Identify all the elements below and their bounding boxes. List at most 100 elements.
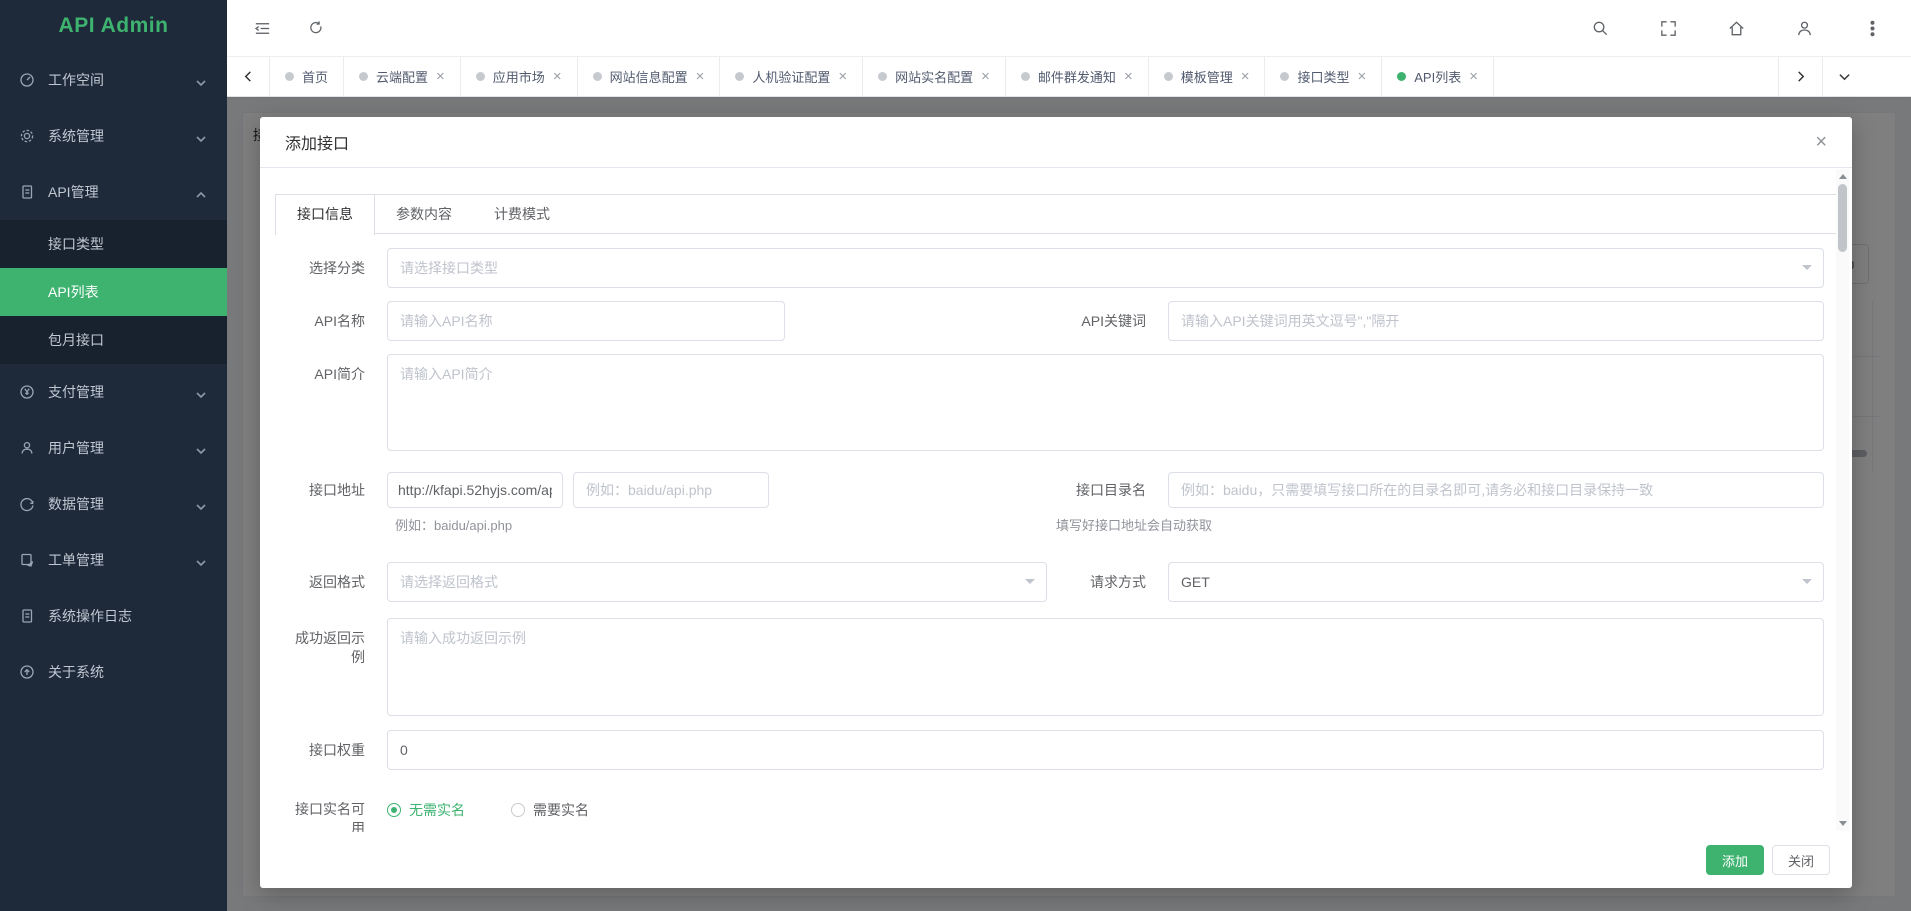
tab-billing-mode[interactable]: 计费模式 [473,195,571,233]
tab-app-market[interactable]: 应用市场 × [461,57,578,96]
chevron-down-icon [195,131,207,147]
tab-realname-config[interactable]: 网站实名配置 × [863,57,1006,96]
sidebar-item-about[interactable]: 关于系统 [0,644,227,700]
close-icon[interactable]: × [553,69,562,84]
tab-captcha-config[interactable]: 人机验证配置 × [720,57,863,96]
tabs-scroll-left-icon[interactable] [227,57,270,96]
sidebar-item-api-list[interactable]: API列表 [0,268,227,316]
tab-home[interactable]: 首页 [270,57,344,96]
close-icon[interactable]: × [1124,69,1133,84]
field-label-return-format: 返回格式 [288,562,365,592]
close-icon[interactable]: × [981,69,990,84]
tab-bar: 首页 云端配置 × 应用市场 × 网站信息配置 × 人机验证配置 × 网站实名配… [227,57,1911,97]
close-icon[interactable]: × [1241,69,1250,84]
sidebar-item-monthly-api[interactable]: 包月接口 [0,316,227,364]
radio-no-realname[interactable] [387,803,401,817]
api-weight-input[interactable] [387,730,1824,770]
tabs-scroll-right-icon[interactable] [1778,57,1822,96]
close-icon[interactable]: × [696,69,705,84]
field-label-api-name: API名称 [288,301,365,331]
tab-api-info[interactable]: 接口信息 [275,195,375,235]
field-label-realname: 接口实名可用 [288,788,365,832]
api-keywords-input[interactable] [1168,301,1824,341]
sidebar-item-api-management[interactable]: API管理 [0,164,227,220]
sidebar-item-data[interactable]: 数据管理 [0,476,227,532]
chevron-down-icon [195,499,207,515]
api-url-path-input[interactable] [573,472,769,508]
tab-dot [1280,72,1289,81]
scroll-down-icon[interactable] [1836,817,1849,831]
api-url-help-text: 例如：baidu/api.php [395,515,512,534]
about-icon [19,664,35,680]
success-example-textarea[interactable] [387,618,1824,716]
sidebar-item-system-log[interactable]: 系统操作日志 [0,588,227,644]
field-label-api-dir: 接口目录名 [1056,472,1146,500]
radio-no-realname-label[interactable]: 无需实名 [409,800,465,820]
more-icon[interactable] [1855,11,1889,45]
fullscreen-icon[interactable] [1651,11,1685,45]
tab-dot [735,72,744,81]
sidebar-item-system[interactable]: 系统管理 [0,108,227,164]
tab-mail-notify[interactable]: 邮件群发通知 × [1006,57,1149,96]
field-label-api-intro: API简介 [288,354,365,384]
tab-template-mgmt[interactable]: 模板管理 × [1149,57,1266,96]
top-header [227,0,1911,57]
chevron-up-icon [195,187,207,203]
header-actions [1583,11,1889,45]
dialog-tabs: 接口信息 参数内容 计费模式 [275,194,1837,234]
category-select-input[interactable] [387,248,1824,288]
sidebar-item-workspace[interactable]: 工作空间 [0,52,227,108]
return-format-select[interactable] [387,562,1047,602]
api-intro-textarea[interactable] [387,354,1824,451]
dialog-title: 添加接口 [285,130,349,154]
sidebar-item-users[interactable]: 用户管理 [0,420,227,476]
field-label-category: 选择分类 [288,248,365,278]
close-icon[interactable]: × [1815,132,1827,152]
refresh-icon[interactable] [299,11,333,45]
tab-api-list[interactable]: API列表 × [1382,57,1494,96]
api-doc-icon [19,184,35,200]
tab-dot [1164,72,1173,81]
search-icon[interactable] [1583,11,1617,45]
home-icon[interactable] [1719,11,1753,45]
dashboard-icon [19,72,35,88]
close-icon[interactable]: × [838,69,847,84]
add-button[interactable]: 添加 [1706,845,1764,875]
chevron-down-icon [195,387,207,403]
request-method-select-input[interactable] [1168,562,1824,602]
tab-dot [1021,72,1030,81]
close-icon[interactable]: × [436,69,445,84]
payment-icon [19,384,35,400]
api-dir-input[interactable] [1168,472,1824,508]
request-method-select[interactable] [1168,562,1824,602]
user-icon[interactable] [1787,11,1821,45]
log-icon [19,608,35,624]
sidebar-item-api-type[interactable]: 接口类型 [0,220,227,268]
data-icon [19,496,35,512]
sidebar-item-work-order[interactable]: 工单管理 [0,532,227,588]
tab-api-type[interactable]: 接口类型 × [1265,57,1382,96]
collapse-sidebar-icon[interactable] [245,11,279,45]
api-url-prefix-input[interactable] [387,472,563,508]
api-name-input[interactable] [387,301,785,341]
app-logo: API Admin [0,0,227,52]
chevron-down-icon [195,555,207,571]
close-button[interactable]: 关闭 [1772,845,1830,875]
radio-need-realname-label[interactable]: 需要实名 [533,800,589,820]
tab-cloud-config[interactable]: 云端配置 × [344,57,461,96]
field-label-request-method: 请求方式 [1056,562,1146,592]
tab-param-content[interactable]: 参数内容 [375,195,473,233]
dialog-scrollbar[interactable] [1836,169,1849,831]
tab-site-info-config[interactable]: 网站信息配置 × [578,57,721,96]
scrollbar-thumb[interactable] [1838,184,1847,252]
gear-icon [19,128,35,144]
radio-need-realname[interactable] [511,803,525,817]
tabs-menu-icon[interactable] [1822,57,1866,96]
close-icon[interactable]: × [1469,69,1478,84]
tab-dot [285,72,294,81]
return-format-select-input[interactable] [387,562,1047,602]
close-icon[interactable]: × [1358,69,1367,84]
category-select[interactable] [387,248,1824,288]
scroll-up-icon[interactable] [1836,169,1849,183]
sidebar-item-payment[interactable]: 支付管理 [0,364,227,420]
